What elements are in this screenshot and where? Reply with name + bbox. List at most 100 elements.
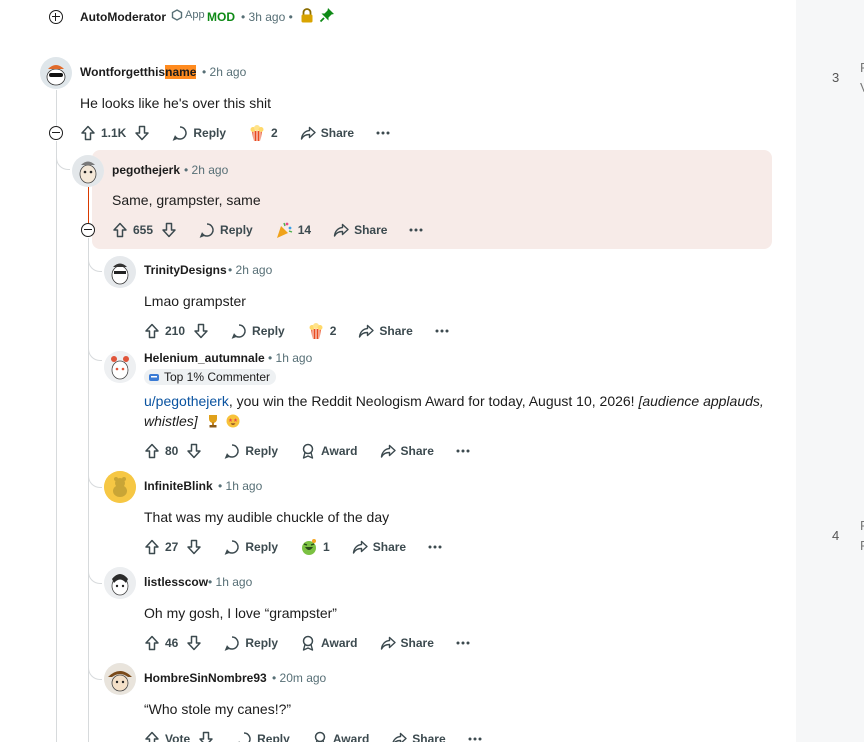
sidebar-clipped-text: F [860,538,864,553]
share-button[interactable]: Share [300,125,354,141]
share-button[interactable]: Share [380,443,434,459]
laughing-award-icon [302,539,317,555]
share-button[interactable]: Share [333,222,387,238]
award-button[interactable]: 2 [307,322,337,340]
avatar[interactable] [40,57,72,89]
flair-label: Top 1% Commenter [164,370,271,384]
vote-count: 655 [133,223,154,237]
collapse-comment-button[interactable] [81,223,95,237]
popcorn-award-icon [250,125,264,141]
comment-text: “Who stole my canes!?” [144,701,292,717]
downvote-button[interactable] [161,222,177,238]
more-options-button[interactable] [456,449,470,453]
award-button[interactable]: 14 [275,221,311,239]
avatar[interactable] [104,471,136,503]
reply-label: Reply [245,540,279,554]
collapse-comment-button[interactable] [49,126,63,140]
expand-comment-button[interactable] [49,10,63,24]
award-label: Award [321,444,358,458]
more-options-button[interactable] [468,737,482,741]
downvote-button[interactable] [134,125,150,141]
share-button[interactable]: Share [380,635,434,651]
downvote-button[interactable] [186,635,202,651]
award-button[interactable]: 1 [300,538,330,556]
ellipsis-icon [428,545,442,549]
comment-username[interactable]: pegothejerk [112,163,180,177]
comment-text: Same, grampster, same [112,192,261,208]
comment-username[interactable]: Helenium_autumnale [144,351,265,365]
user-mention-link[interactable]: u/pegothejerk [144,393,229,409]
award-button[interactable]: Award [312,731,369,742]
upvote-button[interactable]: Vote [144,731,190,742]
upvote-icon [145,731,159,742]
upvote-button[interactable]: 655 [112,222,153,238]
award-icon [302,443,314,459]
award-count: 2 [329,324,337,338]
top-commenter-icon [149,374,159,381]
downvote-button[interactable] [198,731,214,742]
vote-count: 46 [165,636,179,650]
app-label: App [185,9,205,21]
reply-button[interactable]: Reply [236,731,290,742]
more-options-button[interactable] [456,641,470,645]
share-button[interactable]: Share [391,731,446,742]
avatar[interactable] [104,663,136,695]
downvote-button[interactable] [186,443,202,459]
share-label: Share [400,636,434,650]
upvote-button[interactable]: 46 [144,635,178,651]
thread-connector [88,566,102,584]
reply-label: Reply [245,636,279,650]
comment-username[interactable]: HombreSinNombre93 [144,671,267,685]
share-icon [392,732,407,742]
share-label: Share [372,540,407,554]
reply-icon [231,324,246,339]
comment-username[interactable]: TrinityDesigns [144,263,227,277]
upvote-button[interactable]: 1.1K [80,125,126,141]
avatar[interactable] [104,351,136,383]
bot-icon [171,9,183,21]
thread-connector [88,662,102,680]
thread-connector [56,152,70,170]
reply-button[interactable]: Reply [172,125,226,141]
comment-username[interactable]: InfiniteBlink [144,479,213,493]
downvote-button[interactable] [193,323,209,339]
comment-actions: 1.1K Reply 2 Share [80,121,412,145]
reply-button[interactable]: Reply [224,443,278,459]
thread-connector [88,343,102,361]
reply-button[interactable]: Reply [231,323,285,339]
upvote-button[interactable]: 27 [144,539,178,555]
comment-username[interactable]: Wontforgetthisname [80,65,197,79]
avatar[interactable] [72,155,104,187]
award-button[interactable]: Award [300,443,358,459]
sidebar-number: 4 [832,528,840,543]
upvote-button[interactable]: 80 [144,443,178,459]
vote-count: 1.1K [101,126,127,140]
award-button[interactable]: Award [300,635,358,651]
reply-button[interactable]: Reply [224,635,278,651]
more-options-button[interactable] [435,329,449,333]
more-options-button[interactable] [376,131,390,135]
downvote-icon [194,323,208,339]
upvote-button[interactable]: 210 [144,323,185,339]
username-part: Wontforgetthis [80,65,166,79]
comment-text: u/pegothejerk, you win the Reddit Neolog… [144,391,774,431]
more-options-button[interactable] [428,545,442,549]
more-options-button[interactable] [409,228,423,232]
award-button[interactable]: 2 [248,124,278,142]
share-label: Share [379,324,413,338]
award-label: Award [321,636,358,650]
automod-timestamp: • 3h ago • [241,10,293,24]
comment-username[interactable]: listlesscow [144,575,208,589]
downvote-button[interactable] [186,539,202,555]
comment-timestamp: • 2h ago [202,65,247,79]
share-button[interactable]: Share [352,539,406,555]
comment-timestamp: • 1h ago [268,351,313,365]
ellipsis-icon [468,737,482,741]
avatar[interactable] [104,256,136,288]
award-icon [302,635,314,651]
reply-button[interactable]: Reply [199,222,253,238]
reply-button[interactable]: Reply [224,539,278,555]
avatar[interactable] [104,567,136,599]
share-button[interactable]: Share [358,323,413,339]
automod-username[interactable]: AutoModerator [80,10,166,24]
